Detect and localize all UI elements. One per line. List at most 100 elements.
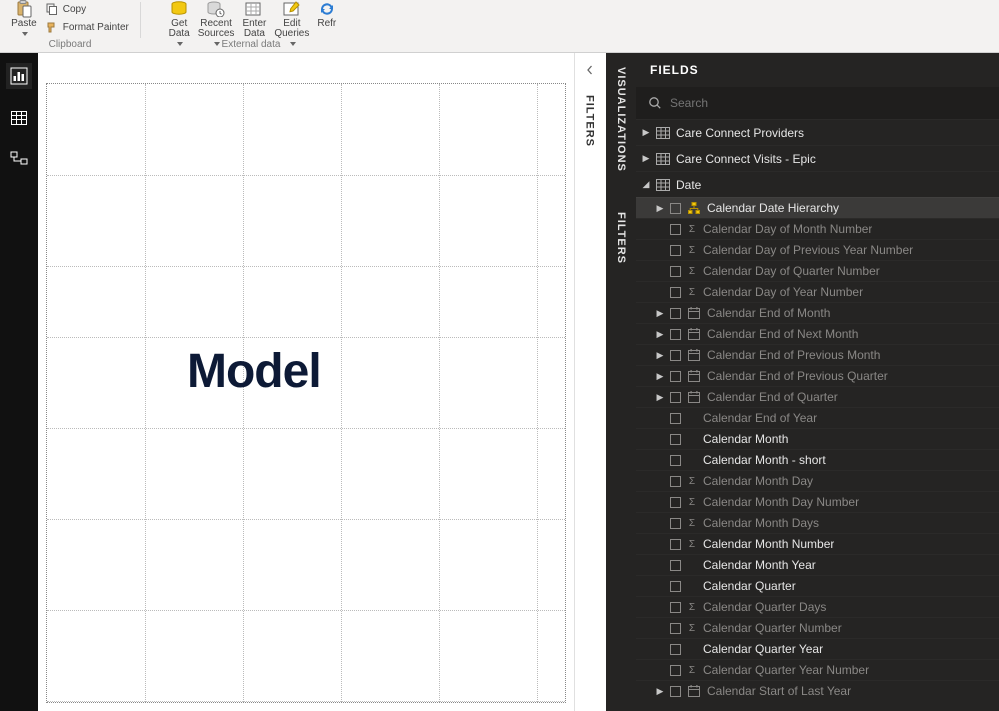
field-checkbox[interactable] [670, 497, 681, 508]
refresh-button[interactable]: Refr [313, 0, 337, 29]
report-canvas[interactable]: Model [46, 83, 566, 703]
expand-icon: ▶ [656, 203, 664, 214]
field-row[interactable]: Calendar Month Year [636, 554, 999, 575]
field-row[interactable]: ΣCalendar Quarter Number [636, 617, 999, 638]
field-checkbox[interactable] [670, 329, 681, 340]
sigma-icon: Σ [687, 476, 697, 487]
report-view-button[interactable] [6, 63, 32, 89]
field-label: Calendar End of Previous Quarter [707, 369, 888, 383]
fields-header: FIELDS [636, 53, 999, 87]
field-checkbox[interactable] [670, 539, 681, 550]
fields-search[interactable] [636, 87, 999, 119]
field-label: Calendar Month [703, 432, 788, 446]
filters-label: FILTERS [584, 95, 596, 147]
enter-data-button[interactable]: Enter Data [238, 0, 270, 39]
search-input[interactable] [670, 96, 987, 110]
field-checkbox[interactable] [670, 581, 681, 592]
field-checkbox[interactable] [670, 350, 681, 361]
field-row[interactable]: Calendar Quarter Year [636, 638, 999, 659]
paste-button[interactable]: Paste [7, 0, 41, 40]
field-row[interactable]: ▶ Calendar Start of Last Year [636, 680, 999, 701]
field-row[interactable]: ΣCalendar Quarter Days [636, 596, 999, 617]
field-checkbox[interactable] [670, 308, 681, 319]
field-row[interactable]: Calendar End of Year [636, 407, 999, 428]
search-icon [648, 96, 662, 110]
field-row[interactable]: ΣCalendar Month Number [636, 533, 999, 554]
recent-sources-icon [206, 0, 226, 18]
field-checkbox[interactable] [670, 455, 681, 466]
copy-button[interactable]: Copy [41, 1, 133, 17]
model-view-button[interactable] [6, 147, 32, 173]
field-checkbox[interactable] [670, 623, 681, 634]
visualizations-pane-collapsed[interactable]: VISUALIZATIONS FILTERS [606, 53, 636, 711]
field-row[interactable]: ▶Calendar End of Previous Month [636, 344, 999, 365]
field-row[interactable]: ▶Calendar End of Next Month [636, 323, 999, 344]
field-checkbox[interactable] [670, 560, 681, 571]
sigma-icon: Σ [687, 266, 697, 277]
field-row[interactable]: ▶Calendar End of Previous Quarter [636, 365, 999, 386]
sigma-icon: Σ [687, 224, 697, 235]
field-label: Calendar Start of Last Year [707, 684, 851, 698]
data-view-button[interactable] [6, 105, 32, 131]
date-icon [687, 390, 701, 404]
field-row[interactable]: ΣCalendar Day of Month Number [636, 218, 999, 239]
table-row[interactable]: ▶Care Connect Visits - Epic [636, 145, 999, 171]
field-checkbox[interactable] [670, 245, 681, 256]
format-painter-icon [45, 20, 59, 34]
field-label: Calendar Month Year [703, 558, 816, 572]
table-name: Date [676, 178, 701, 192]
field-row[interactable]: ΣCalendar Month Days [636, 512, 999, 533]
field-checkbox[interactable] [670, 434, 681, 445]
main-area: Model FILTERS VISUALIZATIONS FILTERS FIE… [0, 53, 999, 711]
field-checkbox[interactable] [670, 266, 681, 277]
expand-icon: ▶ [642, 153, 650, 164]
table-icon [656, 152, 670, 166]
field-row[interactable]: Calendar Quarter [636, 575, 999, 596]
field-row[interactable]: ▶Calendar End of Quarter [636, 386, 999, 407]
field-label: Calendar Month - short [703, 453, 826, 467]
field-checkbox[interactable] [670, 413, 681, 424]
field-checkbox[interactable] [670, 287, 681, 298]
copy-icon [45, 2, 59, 16]
field-label: Calendar Day of Year Number [703, 285, 863, 299]
field-checkbox[interactable] [670, 602, 681, 613]
field-row[interactable]: Σ Calendar Day of Year Number [636, 281, 999, 302]
field-row[interactable]: ΣCalendar Month Day [636, 470, 999, 491]
field-checkbox[interactable] [670, 476, 681, 487]
field-checkbox[interactable] [670, 644, 681, 655]
field-label: Calendar Quarter Number [703, 621, 842, 635]
field-row[interactable]: ΣCalendar Quarter Year Number [636, 659, 999, 680]
field-row[interactable]: ▶ Calendar Date Hierarchy [636, 197, 999, 218]
sigma-icon: Σ [687, 287, 697, 298]
format-painter-button[interactable]: Format Painter [41, 19, 133, 35]
field-checkbox[interactable] [670, 518, 681, 529]
filters-pane-collapsed[interactable]: FILTERS [574, 53, 604, 711]
field-row[interactable]: ΣCalendar Month Day Number [636, 491, 999, 512]
field-checkbox[interactable] [670, 686, 681, 697]
field-checkbox[interactable] [670, 371, 681, 382]
expand-icon: ▶ [656, 329, 664, 340]
field-checkbox[interactable] [670, 665, 681, 676]
date-icon [687, 306, 701, 320]
expand-icon: ▶ [656, 686, 664, 697]
field-row[interactable]: Calendar Month - short [636, 449, 999, 470]
field-row[interactable]: Calendar Month [636, 428, 999, 449]
field-label: Calendar Quarter Days [703, 600, 826, 614]
field-row[interactable]: ΣCalendar Day of Previous Year Number [636, 239, 999, 260]
field-checkbox[interactable] [670, 224, 681, 235]
table-row[interactable]: ▶Care Connect Providers [636, 119, 999, 145]
field-label: Calendar Month Days [703, 516, 819, 530]
date-icon [687, 684, 701, 698]
table-row[interactable]: ◢Date [636, 171, 999, 197]
table-icon [656, 178, 670, 192]
field-label: Calendar End of Year [703, 411, 817, 425]
field-label: Calendar Date Hierarchy [707, 201, 839, 215]
field-checkbox[interactable] [670, 392, 681, 403]
ribbon-group-external-data: Get Data Recent Sources Enter Data Edit … [141, 0, 361, 52]
field-row[interactable]: ΣCalendar Day of Quarter Number [636, 260, 999, 281]
expand-icon: ▶ [656, 392, 664, 403]
field-row[interactable]: ▶Calendar End of Month [636, 302, 999, 323]
enter-data-icon [244, 0, 264, 18]
visualizations-label: VISUALIZATIONS [615, 67, 627, 172]
field-checkbox[interactable] [670, 203, 681, 214]
